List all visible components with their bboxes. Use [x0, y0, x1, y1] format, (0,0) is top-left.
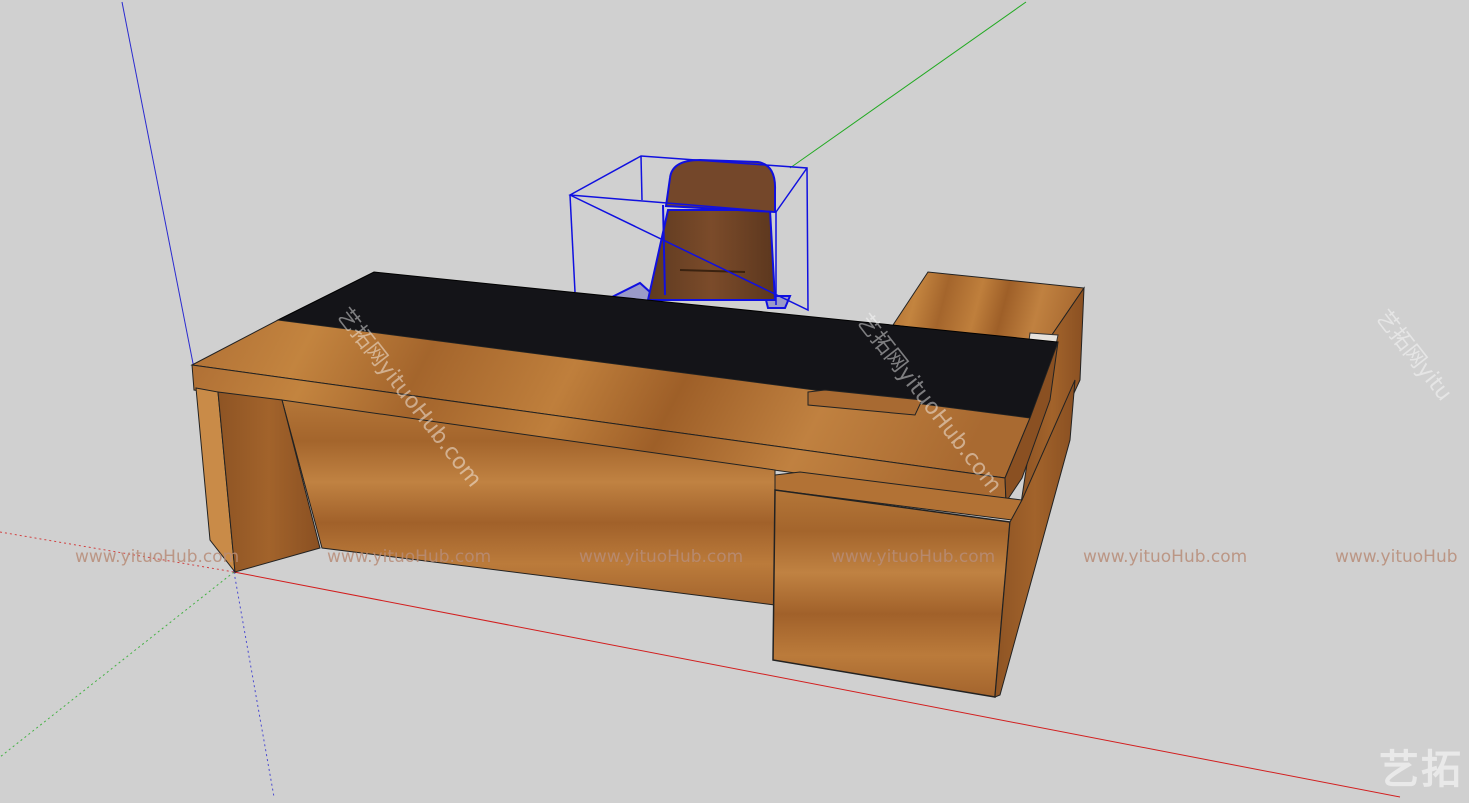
site-logo: 艺拓	[1379, 747, 1463, 793]
watermark-text: www.yituoHub.com	[579, 547, 744, 567]
blue-axis-line-lower	[233, 571, 275, 798]
model-canvas[interactable]	[0, 0, 1469, 799]
watermark-text: www.yituoHub.com	[831, 547, 996, 567]
watermark-text: www.yituoHub.com	[327, 547, 492, 567]
green-axis-line	[789, 1, 1027, 169]
green-axis-line-lower	[0, 571, 235, 758]
sketchup-3d-viewport[interactable]	[0, 0, 1469, 799]
office-chair[interactable]	[608, 158, 792, 309]
watermark-text: www.yituoHub	[1335, 547, 1458, 567]
watermark-text: www.yituoHub.com	[75, 547, 240, 567]
watermark-text: www.yituoHub.com	[1083, 547, 1248, 567]
